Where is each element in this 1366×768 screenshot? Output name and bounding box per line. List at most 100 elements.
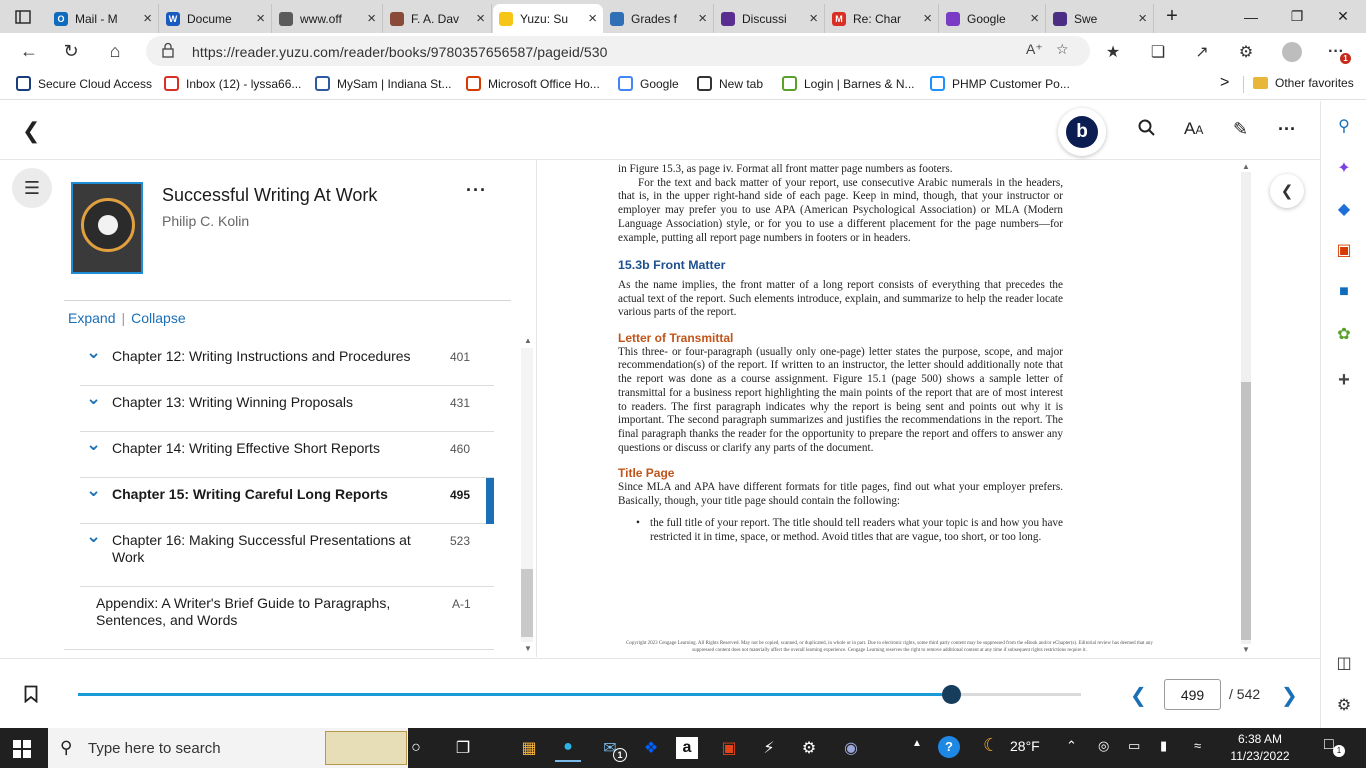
browser-tab[interactable]: Discussi × — [715, 4, 825, 33]
chevron-down-icon[interactable]: ⌄ — [86, 434, 101, 455]
toc-chapter-item[interactable]: ⌄ Chapter 16: Making Successful Presentat… — [80, 526, 494, 587]
browser-tab[interactable]: Google × — [940, 4, 1046, 33]
bolt-icon[interactable]: ⚡ — [756, 734, 782, 762]
browser-tab[interactable]: W Docume × — [160, 4, 272, 33]
other-favorites[interactable]: Other favorites — [1253, 76, 1354, 90]
close-tab-icon[interactable]: × — [1138, 10, 1147, 27]
bartleby-button[interactable]: b — [1058, 108, 1106, 156]
settings-icon[interactable]: ⚙ — [796, 734, 822, 762]
browser-tab[interactable]: www.off × — [273, 4, 383, 33]
close-tab-icon[interactable]: × — [923, 10, 932, 27]
next-page-icon[interactable]: ❯ — [1281, 683, 1298, 708]
close-tab-icon[interactable]: × — [1030, 10, 1039, 27]
store-icon[interactable]: ▦ — [516, 734, 542, 762]
notes-icon[interactable]: ✎ — [1233, 119, 1248, 140]
drop-icon[interactable]: ✿ — [1333, 323, 1355, 345]
close-tab-icon[interactable]: × — [256, 10, 265, 27]
bookmark-item[interactable]: Inbox (12) - lyssa66... — [164, 76, 301, 91]
previous-page-icon[interactable]: ❮ — [1130, 683, 1147, 708]
windows-start-icon[interactable] — [13, 740, 31, 758]
browser-tab[interactable]: F. A. Dav × — [384, 4, 492, 33]
add-favorite-icon[interactable]: ☆ — [1056, 41, 1069, 58]
new-tab-button[interactable]: + — [1160, 0, 1184, 33]
amazon-icon[interactable]: a — [676, 737, 698, 759]
share-icon[interactable]: ↗ — [1189, 39, 1215, 65]
close-tab-icon[interactable]: × — [476, 10, 485, 27]
scroll-up-icon[interactable]: ▲ — [521, 336, 535, 345]
progress-handle[interactable] — [942, 685, 962, 704]
dropbox-icon[interactable]: ❖ — [638, 734, 664, 762]
book-cover-image[interactable] — [71, 182, 143, 274]
collapse-panel-icon[interactable]: ❮ — [1270, 174, 1304, 208]
chevron-down-icon[interactable]: ⌄ — [86, 480, 101, 501]
sidebar-search-icon[interactable]: ⚲ — [1333, 115, 1355, 137]
bookmark-icon[interactable] — [24, 685, 38, 703]
tray-overflow-icon[interactable]: ▲ — [912, 738, 922, 749]
chevron-up-icon[interactable]: ⌃ — [1066, 738, 1077, 754]
bookmark-item[interactable]: Google — [618, 76, 679, 91]
refresh-icon[interactable]: ↻ — [56, 37, 86, 65]
close-tab-icon[interactable]: × — [143, 10, 152, 27]
temperature[interactable]: 28°F — [1010, 738, 1040, 754]
battery-icon[interactable]: ▮ — [1160, 738, 1167, 754]
scroll-up-icon[interactable]: ▲ — [1239, 162, 1253, 171]
add-sidebar-app-icon[interactable]: + — [1333, 369, 1355, 391]
outlook-icon[interactable]: ■ — [1333, 281, 1355, 303]
help-icon[interactable]: ? — [938, 736, 960, 758]
toc-chapter-item[interactable]: Appendix: A Writer's Brief Guide to Para… — [64, 595, 494, 650]
home-icon[interactable]: ⌂ — [100, 37, 130, 65]
browser-tab[interactable]: Yuzu: Su × — [493, 4, 603, 33]
discover-icon[interactable]: ✦ — [1333, 157, 1355, 179]
collections-icon[interactable]: ❏ — [1145, 39, 1171, 65]
close-tab-icon[interactable]: × — [588, 10, 597, 27]
url-field[interactable]: https://reader.yuzu.com/reader/books/978… — [146, 36, 1090, 66]
close-tab-icon[interactable]: × — [698, 10, 707, 27]
toc-chapter-item[interactable]: ⌄ Chapter 15: Writing Careful Long Report… — [80, 478, 494, 524]
browser-tab[interactable]: Grades f × — [604, 4, 714, 33]
toc-chapter-item[interactable]: ⌄ Chapter 12: Writing Instructions and Pr… — [80, 342, 494, 386]
sidebar-settings-icon[interactable]: ⚙ — [1333, 694, 1355, 716]
expand-link[interactable]: Expand — [68, 310, 115, 326]
hide-sidebar-icon[interactable]: ◫ — [1333, 652, 1355, 674]
toc-scrollbar[interactable]: ▲ ▼ — [521, 336, 533, 657]
profile-avatar[interactable] — [1279, 39, 1305, 65]
page-number-input[interactable] — [1164, 679, 1221, 710]
office-icon[interactable]: ▣ — [716, 734, 742, 762]
bookmark-item[interactable]: Microsoft Office Ho... — [466, 76, 600, 91]
bookmark-item[interactable]: Login | Barnes & N... — [782, 76, 915, 91]
system-clock[interactable]: 6:38 AM 11/23/2022 — [1222, 731, 1298, 765]
search-icon[interactable] — [1138, 119, 1156, 142]
browser-tab[interactable]: Swe × — [1047, 4, 1154, 33]
minimize-icon[interactable]: — — [1228, 0, 1274, 33]
browser-tab[interactable]: M Re: Char × — [826, 4, 939, 33]
scroll-thumb[interactable] — [521, 569, 533, 637]
toc-chapter-item[interactable]: ⌄ Chapter 13: Writing Winning Proposals 43… — [80, 388, 494, 432]
office-icon[interactable]: ▣ — [1333, 239, 1355, 261]
paint-icon[interactable]: ◉ — [838, 734, 864, 762]
book-options-icon[interactable]: ··· — [466, 180, 487, 201]
page-scrollbar[interactable]: ▲ ▼ — [1239, 160, 1253, 657]
notifications-icon[interactable]: □ 1 — [1324, 736, 1345, 757]
scroll-thumb[interactable] — [1241, 382, 1251, 640]
bookmark-item[interactable]: PHMP Customer Po... — [930, 76, 1070, 91]
cortana-icon[interactable]: ○ — [403, 734, 429, 762]
back-arrow-icon[interactable]: ← — [14, 37, 44, 65]
toc-chapter-item[interactable]: ⌄ Chapter 14: Writing Effective Short Rep… — [80, 434, 494, 478]
bookmark-item[interactable]: MySam | Indiana St... — [315, 76, 452, 91]
close-tab-icon[interactable]: × — [367, 10, 376, 27]
restore-icon[interactable]: ❐ — [1274, 0, 1320, 33]
chevron-down-icon[interactable]: ⌄ — [86, 526, 101, 547]
browser-tab[interactable]: O Mail - M × — [48, 4, 159, 33]
weather-moon-icon[interactable]: ☾ — [983, 735, 999, 756]
toc-menu-icon[interactable]: ☰ — [12, 168, 52, 208]
close-tab-icon[interactable]: × — [809, 10, 818, 27]
page-viewer[interactable]: in Figure 15.3, as page iv. Format all f… — [537, 160, 1320, 657]
extensions-icon[interactable]: ⚙ — [1233, 39, 1259, 65]
task-view-icon[interactable]: ❐ — [450, 734, 476, 762]
search-highlight-image[interactable] — [325, 731, 407, 765]
chevron-down-icon[interactable]: ⌄ — [86, 388, 101, 409]
shopping-tag-icon[interactable]: ◆ — [1333, 198, 1355, 220]
bookmark-item[interactable]: New tab — [697, 76, 763, 91]
collapse-link[interactable]: Collapse — [131, 310, 185, 326]
progress-slider[interactable] — [78, 685, 1081, 704]
